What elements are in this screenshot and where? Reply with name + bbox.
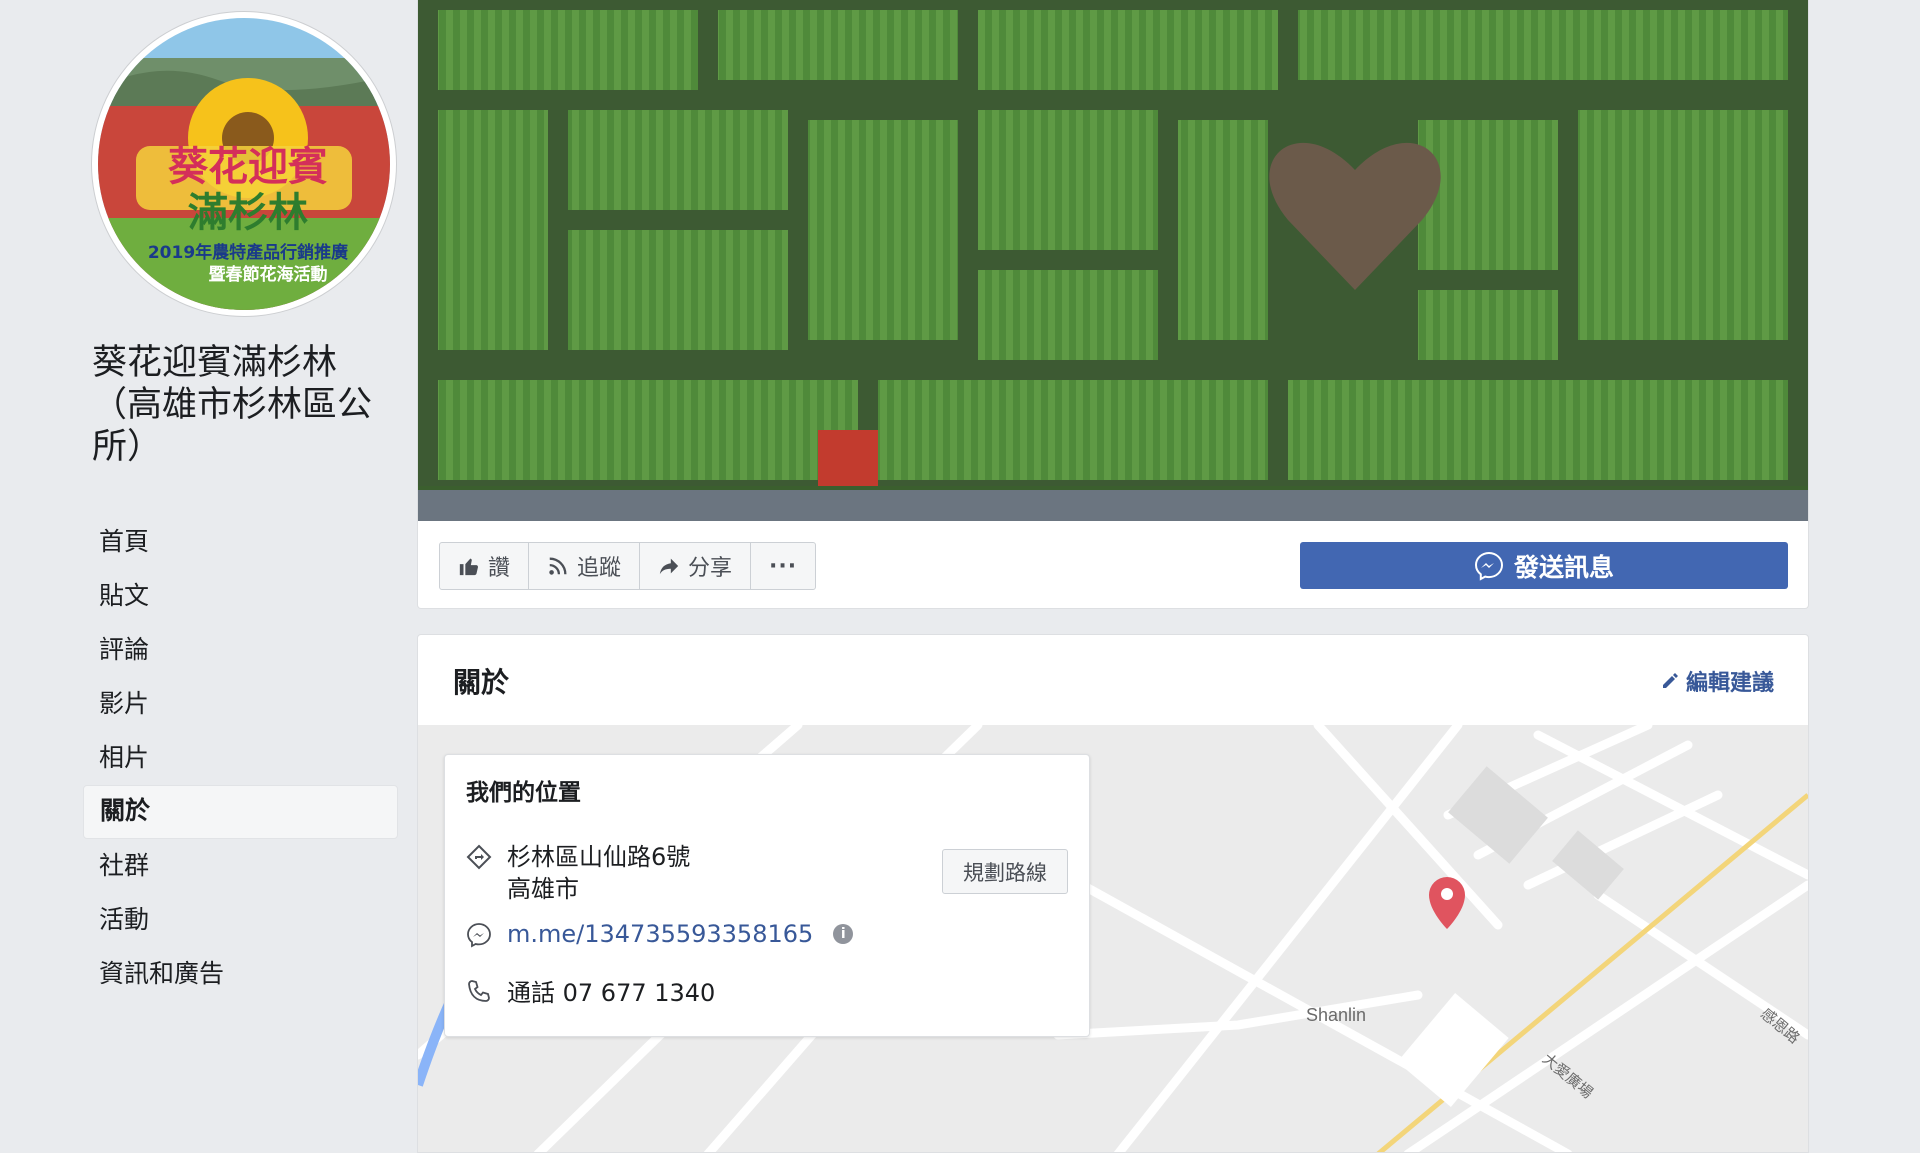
messenger-row: m.me/134735593358165 i	[465, 919, 854, 949]
share-arrow-icon	[659, 558, 679, 575]
location-pin-icon	[1429, 877, 1465, 929]
nav-item-info-and-ads[interactable]: 資訊和廣告	[83, 947, 398, 1001]
left-column: 葵花迎賓 滿杉林 2019年農特產品行銷推廣 暨春節花海活動 葵花迎賓滿杉林 （…	[0, 0, 417, 1153]
avatar-caption-line-2: 暨春節花海活動	[209, 264, 328, 285]
share-button[interactable]: 分享	[640, 543, 752, 589]
address-lines: 杉林區山仙路6號 高雄市	[507, 841, 690, 905]
cover-card: 讚 追蹤 分享 ··· 發送訊息	[417, 0, 1809, 609]
page-title-line-3: 所）	[92, 427, 163, 467]
share-label: 分享	[688, 556, 733, 581]
nav-item-home[interactable]: 首頁	[83, 515, 398, 569]
page-title-line-1: 葵花迎賓滿杉林	[92, 343, 338, 383]
profile-avatar[interactable]: 葵花迎賓 滿杉林 2019年農特產品行銷推廣 暨春節花海活動	[92, 12, 396, 316]
messenger-outline-icon	[467, 923, 491, 948]
more-options-button[interactable]: ···	[751, 543, 815, 589]
directions-diamond-icon	[466, 844, 492, 870]
nav-item-community[interactable]: 社群	[83, 839, 398, 893]
send-message-button[interactable]: 發送訊息	[1300, 542, 1788, 589]
follow-button[interactable]: 追蹤	[529, 543, 641, 589]
like-label: 讚	[488, 556, 511, 581]
avatar-title-line-1: 葵花迎賓	[168, 144, 328, 190]
nav-item-reviews[interactable]: 評論	[83, 623, 398, 677]
send-message-label: 發送訊息	[1513, 552, 1614, 582]
messenger-icon	[1474, 551, 1503, 581]
messenger-link[interactable]: m.me/134735593358165	[507, 920, 813, 948]
avatar-caption-line-1: 2019年農特產品行銷推廣	[148, 242, 348, 263]
thumbs-up-icon	[459, 558, 478, 576]
info-icon[interactable]: i	[833, 924, 854, 944]
pencil-icon	[1662, 673, 1678, 688]
edit-suggestion-label: 編輯建議	[1685, 671, 1774, 696]
page-title: 葵花迎賓滿杉林 （高雄市杉林區公 所）	[92, 342, 392, 468]
nav-item-posts[interactable]: 貼文	[83, 569, 398, 623]
location-info-card: 我們的位置 杉林區山仙路6號 高雄市 規劃路線 m.me/13473559335…	[444, 754, 1090, 1037]
more-dots-icon: ···	[769, 553, 798, 579]
edit-suggestion-link[interactable]: 編輯建議	[1660, 665, 1774, 697]
nav-item-events[interactable]: 活動	[83, 893, 398, 947]
nav-item-videos[interactable]: 影片	[83, 677, 398, 731]
avatar-image: 葵花迎賓 滿杉林 2019年農特產品行銷推廣 暨春節花海活動	[98, 18, 390, 310]
address-row: 杉林區山仙路6號 高雄市	[465, 841, 690, 905]
cover-photo[interactable]	[418, 0, 1808, 521]
nav-item-about[interactable]: 關於	[83, 785, 398, 839]
address-line-1: 杉林區山仙路6號	[507, 843, 691, 871]
plan-route-button[interactable]: 規劃路線	[942, 849, 1068, 894]
location-heading: 我們的位置	[466, 780, 581, 806]
phone-icon	[468, 979, 490, 1002]
avatar-title-line-2: 滿杉林	[188, 190, 308, 236]
map-town-label: Shanlin	[1306, 1005, 1367, 1025]
follow-label: 追蹤	[577, 556, 622, 581]
about-heading: 關於	[453, 666, 510, 699]
page-nav: 首頁 貼文 評論 影片 相片 關於 社群 活動 資訊和廣告	[83, 515, 398, 1001]
like-button[interactable]: 讚	[440, 543, 530, 589]
address-line-2: 高雄市	[507, 875, 579, 903]
nav-item-photos[interactable]: 相片	[83, 731, 398, 785]
page-action-group: 讚 追蹤 分享 ···	[439, 542, 817, 590]
phone-call-text[interactable]: 通話 07 677 1340	[507, 973, 715, 1008]
rss-follow-icon	[549, 557, 567, 575]
phone-row: 通話 07 677 1340	[465, 973, 715, 1008]
page-title-line-2: （高雄市杉林區公	[92, 385, 373, 425]
